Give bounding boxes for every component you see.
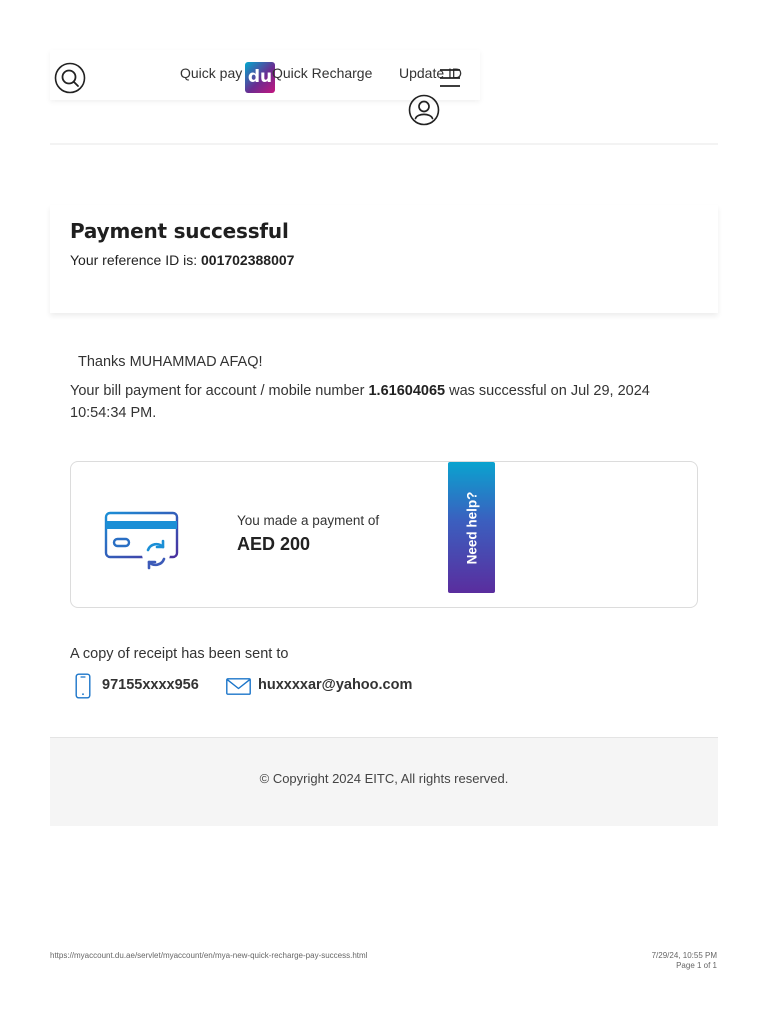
payment-label: You made a payment of <box>237 513 380 528</box>
print-datetime: 7/29/24, 10:55 PM <box>651 951 717 960</box>
nav-quick-pay[interactable]: Quick pay <box>180 65 242 81</box>
need-help-tab[interactable]: Need help? <box>448 462 495 593</box>
nav-quick-recharge[interactable]: Quick Recharge <box>272 65 372 81</box>
copyright-text: © Copyright 2024 EITC, All rights reserv… <box>259 771 509 786</box>
email-icon <box>226 678 251 695</box>
account-number: 1.61604065 <box>368 383 446 399</box>
receipt-email: huxxxxar@yahoo.com <box>258 677 413 693</box>
receipt-label: A copy of receipt has been sent to <box>70 646 289 662</box>
menu-icon[interactable] <box>439 67 461 89</box>
print-page: Page 1 of 1 <box>676 961 717 970</box>
reference-id: 001702388007 <box>201 252 295 268</box>
need-help-label: Need help? <box>464 491 479 564</box>
mobile-phone-icon <box>75 673 91 699</box>
card-refresh-icon <box>104 510 180 574</box>
print-url: https://myaccount.du.ae/servlet/myaccoun… <box>50 951 368 960</box>
receipt-phone: 97155xxxx956 <box>102 677 199 693</box>
user-icon[interactable] <box>408 94 440 126</box>
reference-label: Your reference ID is: <box>70 252 201 268</box>
payment-amount: AED 200 <box>237 534 311 554</box>
du-logo[interactable]: du <box>245 62 275 93</box>
bill-prefix: Your bill payment for account / mobile n… <box>70 383 369 399</box>
bill-payment-message: Your bill payment for account / mobile n… <box>70 380 700 424</box>
print-meta: 7/29/24, 10:55 PM Page 1 of 1 <box>580 951 717 971</box>
search-icon[interactable] <box>54 62 86 94</box>
page-title: Payment successful <box>70 219 289 243</box>
thanks-message: Thanks MUHAMMAD AFAQ! <box>78 354 263 370</box>
reference-line: Your reference ID is: 001702388007 <box>70 252 294 268</box>
header-divider <box>50 143 718 145</box>
